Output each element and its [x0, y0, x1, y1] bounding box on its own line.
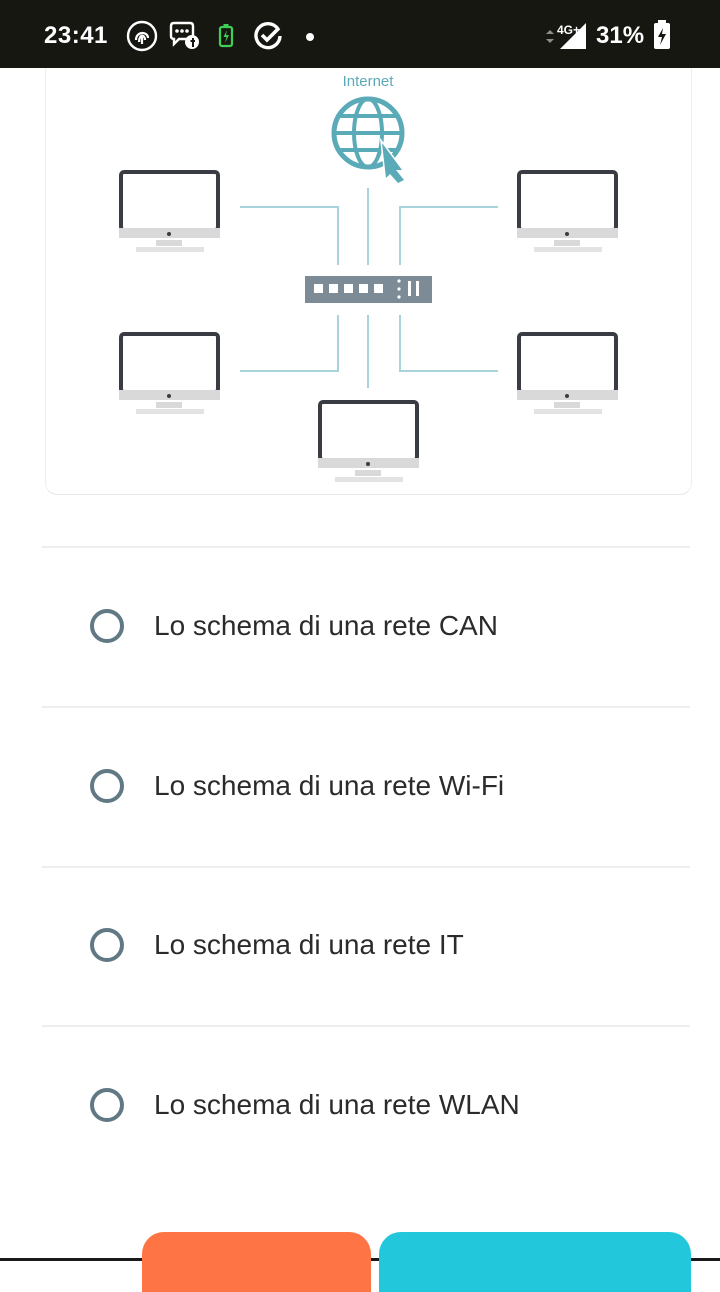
computer-icon — [517, 332, 618, 414]
status-time: 23:41 — [44, 22, 108, 49]
battery-percent: 31% — [596, 22, 645, 49]
battery-saver-icon — [214, 20, 244, 50]
answer-option-label: Lo schema di una rete CAN — [154, 610, 498, 641]
radio-button[interactable] — [90, 1088, 124, 1122]
network-diagram-image: Internet — [45, 68, 692, 495]
answer-option-can[interactable]: Lo schema di una rete CAN — [42, 549, 690, 707]
answer-option-wifi[interactable]: Lo schema di una rete Wi-Fi — [42, 709, 690, 867]
battery-charging-icon — [650, 20, 680, 50]
divider — [42, 546, 690, 548]
fingerprint-icon — [126, 20, 158, 52]
network-switch-icon — [305, 276, 432, 303]
divider — [42, 706, 690, 708]
right-action-button[interactable] — [379, 1232, 691, 1292]
answer-option-label: Lo schema di una rete Wi-Fi — [154, 770, 505, 801]
computer-icon — [517, 170, 618, 252]
computer-icon — [318, 400, 419, 482]
answer-option-wlan[interactable]: Lo schema di una rete WLAN — [42, 1028, 690, 1186]
globe-cursor-icon — [331, 96, 407, 185]
check-circle-icon — [252, 20, 282, 50]
radio-button[interactable] — [90, 609, 124, 643]
network-lines-top — [240, 188, 498, 265]
computer-icon — [119, 332, 220, 414]
answer-option-label: Lo schema di una rete IT — [154, 929, 464, 960]
internet-label: Internet — [343, 73, 395, 90]
divider — [42, 1025, 690, 1027]
status-bar: 23:41 4G+ 31% — [0, 0, 720, 68]
signal-icon — [558, 20, 588, 50]
radio-button[interactable] — [90, 769, 124, 803]
left-action-button[interactable] — [142, 1232, 371, 1292]
dot-icon — [300, 20, 330, 50]
radio-button[interactable] — [90, 928, 124, 962]
computer-icon — [119, 170, 220, 252]
answer-option-label: Lo schema di una rete WLAN — [154, 1089, 520, 1120]
messenger-icon — [168, 20, 199, 50]
quiz-content: Internet Lo schema di una rete CAN Lo sc… — [0, 68, 720, 1292]
network-lines-bottom — [240, 315, 498, 388]
answer-option-it[interactable]: Lo schema di una rete IT — [42, 868, 690, 1026]
